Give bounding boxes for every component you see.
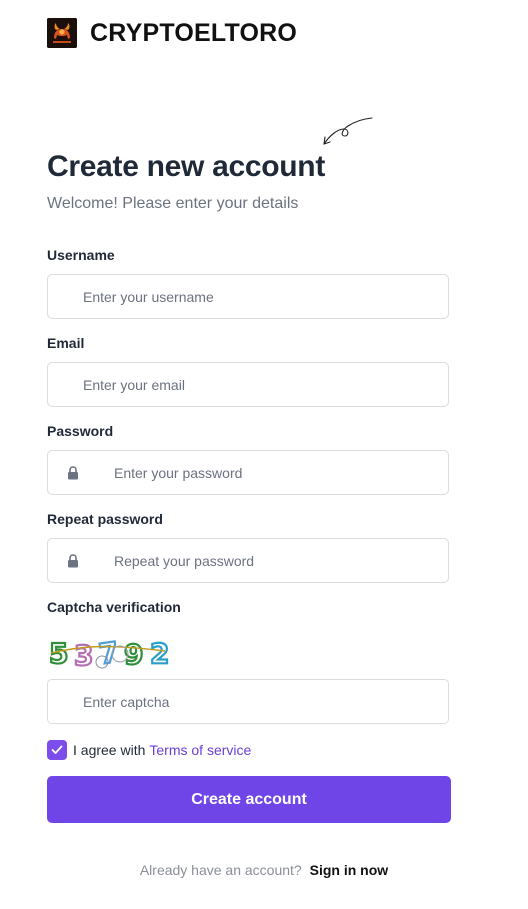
brand[interactable]: CRYPTOELTORO bbox=[47, 18, 297, 48]
username-input[interactable] bbox=[48, 275, 448, 318]
signin-prompt: Already have an account? bbox=[139, 862, 302, 878]
signin-link[interactable]: Sign in now bbox=[310, 862, 389, 878]
bull-logo-icon bbox=[47, 18, 77, 48]
lock-icon bbox=[68, 465, 78, 479]
checkmark-icon bbox=[51, 745, 63, 754]
svg-text:3: 3 bbox=[74, 639, 93, 672]
repeat-password-label: Repeat password bbox=[47, 511, 163, 527]
create-account-button[interactable]: Create account bbox=[47, 776, 451, 823]
arrow-doodle bbox=[323, 117, 373, 145]
captcha-image[interactable]: 5 3 7 9 2 bbox=[47, 633, 179, 673]
password-input[interactable] bbox=[104, 451, 448, 494]
terms-link[interactable]: Terms of service bbox=[149, 742, 251, 758]
email-field[interactable] bbox=[47, 362, 449, 407]
terms-agreement: I agree with Terms of service bbox=[47, 740, 251, 760]
agree-checkbox[interactable] bbox=[47, 740, 67, 760]
email-input[interactable] bbox=[48, 363, 448, 406]
repeat-password-input[interactable] bbox=[104, 539, 448, 582]
lock-icon bbox=[68, 553, 78, 567]
captcha-input[interactable] bbox=[48, 680, 448, 723]
brand-name: CRYPTOELTORO bbox=[90, 18, 298, 47]
svg-text:7: 7 bbox=[97, 636, 121, 671]
svg-text:2: 2 bbox=[150, 637, 169, 670]
repeat-password-field[interactable] bbox=[47, 538, 449, 583]
svg-text:9: 9 bbox=[124, 638, 143, 671]
captcha-field[interactable] bbox=[47, 679, 449, 724]
email-label: Email bbox=[47, 335, 85, 351]
password-field[interactable] bbox=[47, 450, 449, 495]
captcha-label: Captcha verification bbox=[47, 599, 181, 615]
page-subtitle: Welcome! Please enter your details bbox=[47, 195, 299, 212]
signin-row: Already have an account? Sign in now bbox=[0, 862, 528, 878]
page-title: Create new account bbox=[47, 150, 326, 183]
username-field[interactable] bbox=[47, 274, 449, 319]
username-label: Username bbox=[47, 247, 115, 263]
password-label: Password bbox=[47, 423, 114, 439]
agree-text: I agree with bbox=[73, 742, 146, 758]
